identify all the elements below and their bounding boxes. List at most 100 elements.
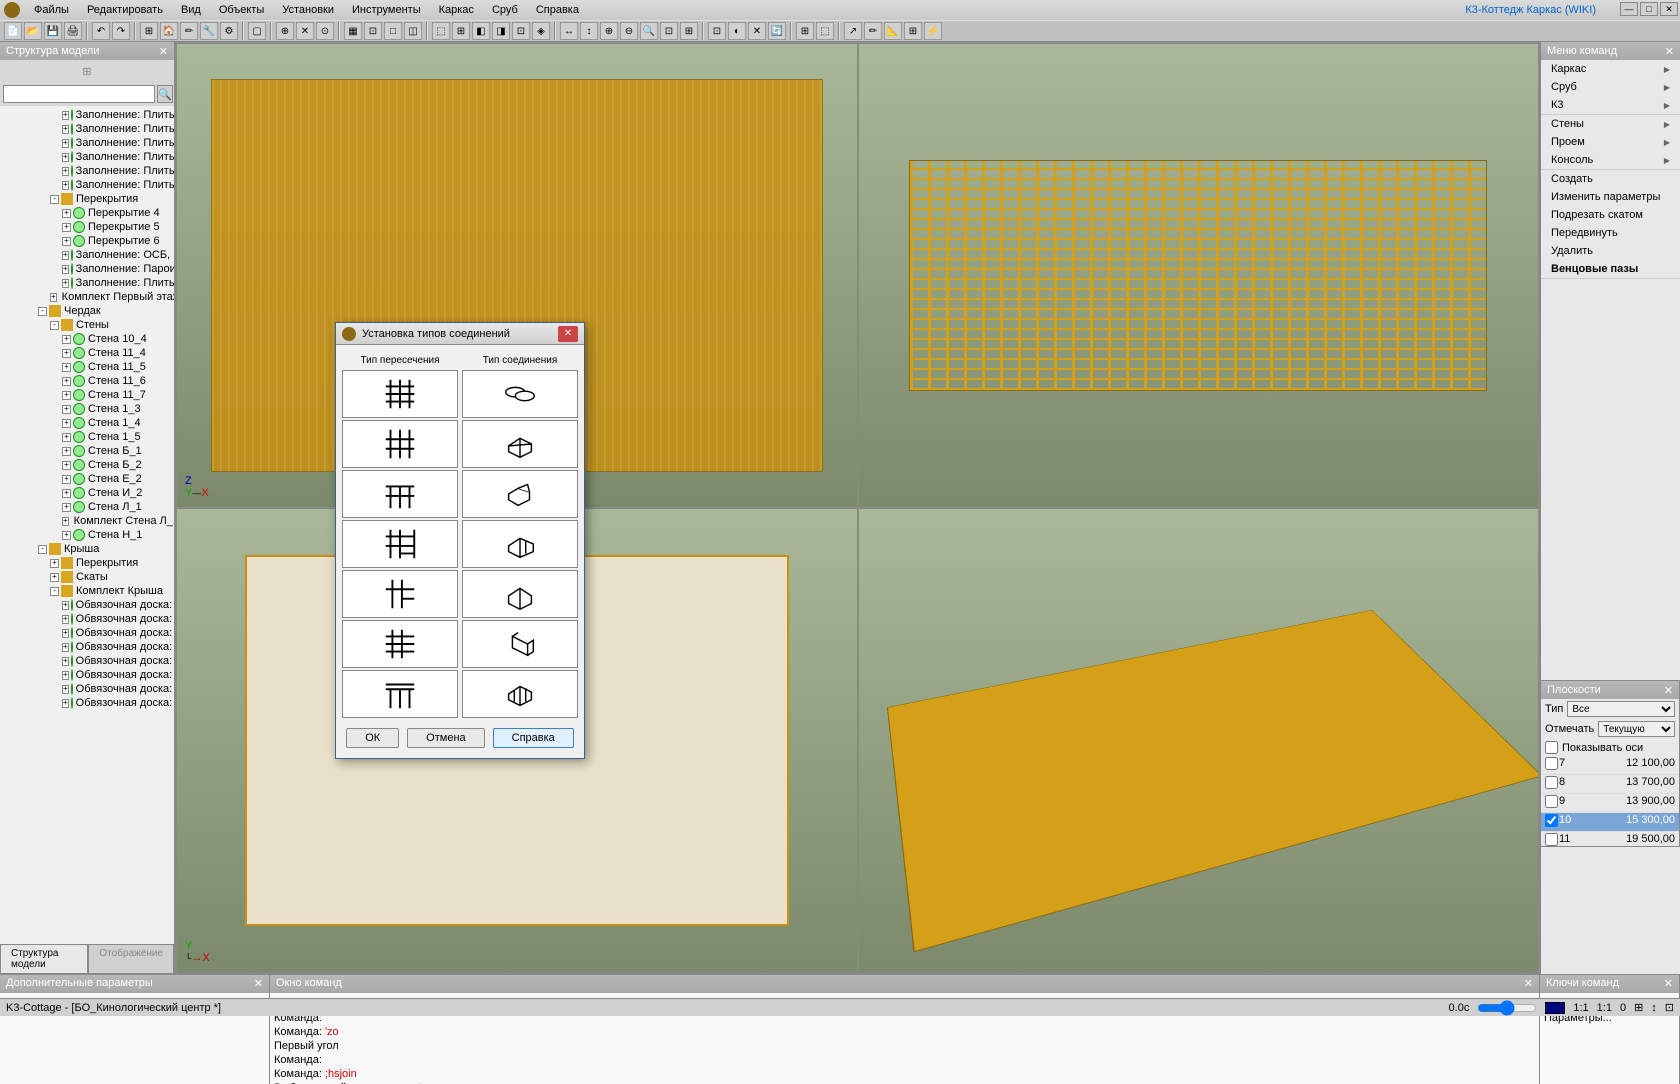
menu-Справка[interactable]: Справка: [528, 2, 587, 18]
tree-item[interactable]: +Перекрытие 4: [2, 206, 172, 220]
expand-icon[interactable]: +: [62, 699, 69, 708]
expand-icon[interactable]: +: [50, 559, 59, 568]
toolbar-button[interactable]: 📂: [24, 22, 42, 40]
connection-option-2[interactable]: [462, 420, 578, 468]
expand-icon[interactable]: +: [62, 601, 69, 610]
expand-icon[interactable]: +: [62, 489, 71, 498]
tree-item[interactable]: +Перекрытие 5: [2, 220, 172, 234]
menu-Файлы[interactable]: Файлы: [26, 2, 77, 18]
minimize-button[interactable]: —: [1620, 2, 1638, 16]
tree-item[interactable]: -Перекрытия: [2, 192, 172, 206]
tree-item[interactable]: +Стена 1_3: [2, 402, 172, 416]
plane-row[interactable]: 1119 500,00: [1541, 832, 1679, 846]
expand-icon[interactable]: +: [62, 391, 71, 400]
tree-item[interactable]: +Комплект Стена Л_1: [2, 514, 172, 528]
toolbar-button[interactable]: ⬚: [816, 22, 834, 40]
expand-icon[interactable]: +: [62, 405, 71, 414]
planes-table[interactable]: 712 100,00813 700,00913 900,001015 300,0…: [1541, 756, 1679, 846]
plane-row[interactable]: 1015 300,00: [1541, 813, 1679, 832]
expand-icon[interactable]: +: [62, 139, 69, 148]
expand-icon[interactable]: +: [62, 517, 69, 526]
expand-icon[interactable]: +: [62, 447, 71, 456]
dialog-close-button[interactable]: ✕: [558, 326, 578, 342]
viewport-front[interactable]: [859, 44, 1539, 507]
tree-item[interactable]: +Стена Л_1: [2, 500, 172, 514]
tree-item[interactable]: -Чердак: [2, 304, 172, 318]
expand-icon[interactable]: +: [62, 629, 69, 638]
toolbar-button[interactable]: 📐: [884, 22, 902, 40]
intersection-option-3[interactable]: [342, 470, 458, 518]
tree-item[interactable]: +Стена 11_6: [2, 374, 172, 388]
expand-icon[interactable]: +: [62, 251, 69, 260]
toolbar-button[interactable]: ◫: [404, 22, 422, 40]
toolbar-button[interactable]: ◈: [532, 22, 550, 40]
expand-icon[interactable]: +: [62, 125, 69, 134]
connection-option-6[interactable]: [462, 620, 578, 668]
toolbar-button[interactable]: ◨: [492, 22, 510, 40]
cmd-Проем[interactable]: Проем▶: [1541, 133, 1680, 151]
cmd-Удалить[interactable]: Удалить: [1541, 242, 1680, 260]
menu-Редактировать[interactable]: Редактировать: [79, 2, 171, 18]
toolbar-button[interactable]: ↶: [92, 22, 110, 40]
intersection-option-5[interactable]: [342, 570, 458, 618]
expand-icon[interactable]: -: [50, 195, 59, 204]
expand-icon[interactable]: +: [50, 293, 57, 302]
type-select[interactable]: Все: [1567, 701, 1675, 717]
search-button[interactable]: 🔍: [157, 85, 173, 103]
connection-option-1[interactable]: [462, 370, 578, 418]
search-input[interactable]: [3, 85, 155, 103]
cmd-Сруб[interactable]: Сруб▶: [1541, 78, 1680, 96]
tree-item[interactable]: +Стена Б_1: [2, 444, 172, 458]
panel-close-icon[interactable]: ✕: [1664, 684, 1673, 697]
tree-item[interactable]: +Перекрытие 6: [2, 234, 172, 248]
mark-select[interactable]: Текущую: [1598, 721, 1675, 737]
expand-icon[interactable]: +: [62, 349, 71, 358]
expand-icon[interactable]: +: [62, 377, 71, 386]
toolbar-button[interactable]: ✏: [180, 22, 198, 40]
tree-item[interactable]: -Комплект Крыша: [2, 584, 172, 598]
tree-item[interactable]: +Обвязочная доска: 2: [2, 696, 172, 710]
tree-item[interactable]: +Заполнение: ОСБ, 10: [2, 248, 172, 262]
tree-item[interactable]: +Перекрытия: [2, 556, 172, 570]
cmd-Создать[interactable]: Создать: [1541, 170, 1680, 188]
plane-checkbox[interactable]: [1545, 757, 1558, 770]
tree-item[interactable]: +Стена 11_5: [2, 360, 172, 374]
tree-item[interactable]: +Заполнение: Плиты м: [2, 150, 172, 164]
toolbar-button[interactable]: ◧: [472, 22, 490, 40]
expand-icon[interactable]: +: [62, 643, 69, 652]
close-button[interactable]: ✕: [1660, 2, 1678, 16]
tab-Отображение[interactable]: Отображение: [88, 944, 174, 974]
panel-close-icon[interactable]: ✕: [1664, 977, 1673, 991]
expand-icon[interactable]: +: [62, 685, 69, 694]
expand-icon[interactable]: -: [38, 307, 47, 316]
tree-item[interactable]: +Заполнение: Плиты м: [2, 276, 172, 290]
menu-Сруб[interactable]: Сруб: [484, 2, 526, 18]
toolbar-button[interactable]: ⚡: [924, 22, 942, 40]
status-icon[interactable]: ⊡: [1665, 1001, 1674, 1014]
menu-Каркас[interactable]: Каркас: [431, 2, 482, 18]
toolbar-button[interactable]: ↔: [560, 22, 578, 40]
toolbar-button[interactable]: ↷: [112, 22, 130, 40]
expand-icon[interactable]: +: [62, 503, 71, 512]
tree-item[interactable]: +Обвязочная доска: 2: [2, 668, 172, 682]
plane-checkbox[interactable]: [1545, 814, 1558, 827]
tree-item[interactable]: +Стена 10_4: [2, 332, 172, 346]
toolbar-button[interactable]: ⊕: [276, 22, 294, 40]
toolbar-button[interactable]: 🔧: [200, 22, 218, 40]
tree-item[interactable]: +Обвязочная доска: 8: [2, 598, 172, 612]
tree-item[interactable]: +Заполнение: Плиты м: [2, 136, 172, 150]
toolbar-button[interactable]: ⊡: [364, 22, 382, 40]
menu-Инструменты[interactable]: Инструменты: [344, 2, 429, 18]
cmd-К3[interactable]: К3▶: [1541, 96, 1680, 114]
tree-item[interactable]: +Заполнение: Плиты м: [2, 178, 172, 192]
toolbar-button[interactable]: 🖨: [64, 22, 82, 40]
toolbar-button[interactable]: ⊞: [904, 22, 922, 40]
toolbar-button[interactable]: ↕: [580, 22, 598, 40]
toolbar-button[interactable]: 🔍: [640, 22, 658, 40]
plane-row[interactable]: 712 100,00: [1541, 756, 1679, 775]
intersection-option-2[interactable]: [342, 420, 458, 468]
expand-icon[interactable]: +: [62, 279, 69, 288]
expand-icon[interactable]: +: [50, 573, 59, 582]
expand-icon[interactable]: +: [62, 223, 71, 232]
cmd-Подрезать скатом[interactable]: Подрезать скатом: [1541, 206, 1680, 224]
